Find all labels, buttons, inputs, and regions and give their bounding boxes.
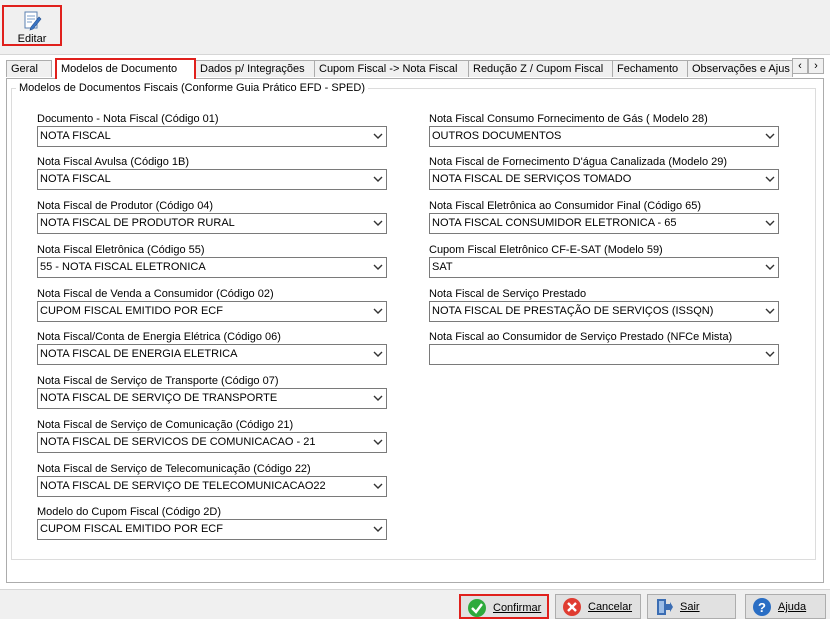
cancel-button[interactable]: Cancelar <box>555 594 641 619</box>
tab-scroll-left-icon[interactable]: ‹ <box>792 58 808 74</box>
chevron-down-icon <box>373 133 383 139</box>
field-label-nfce-mista: Nota Fiscal ao Consumidor de Serviço Pre… <box>429 331 733 343</box>
select-nfce-mista[interactable] <box>429 344 779 365</box>
help-circle-icon: ? <box>753 598 771 616</box>
edit-document-icon <box>24 11 42 31</box>
select-servico-telecomunicacao[interactable]: NOTA FISCAL DE SERVIÇO DE TELECOMUNICACA… <box>37 476 387 497</box>
cancel-label: Cancelar <box>588 601 633 613</box>
select-venda-consumidor[interactable]: CUPOM FISCAL EMITIDO POR ECF <box>37 301 387 322</box>
edit-button[interactable]: Editar <box>2 5 62 46</box>
tab-fechamento[interactable]: Fechamento <box>612 60 688 77</box>
field-label-nfce-65: Nota Fiscal Eletrônica ao Consumidor Fin… <box>429 200 702 212</box>
toolbar: Editar <box>0 0 830 55</box>
edit-label: Editar <box>17 33 47 45</box>
group-title: Modelos de Documentos Fiscais (Conforme … <box>16 82 369 94</box>
select-nota-fiscal-produtor[interactable]: NOTA FISCAL DE PRODUTOR RURAL <box>37 213 387 234</box>
chevron-down-icon <box>373 220 383 226</box>
select-value: 55 - NOTA FISCAL ELETRONICA <box>40 261 206 273</box>
select-nota-fiscal-eletronica[interactable]: 55 - NOTA FISCAL ELETRONICA <box>37 257 387 278</box>
exit-button[interactable]: Sair <box>647 594 736 619</box>
select-value: CUPOM FISCAL EMITIDO POR ECF <box>40 523 223 535</box>
select-cupom-fiscal-2d[interactable]: CUPOM FISCAL EMITIDO POR ECF <box>37 519 387 540</box>
field-label-gas-modelo-28: Nota Fiscal Consumo Fornecimento de Gás … <box>429 113 708 125</box>
check-circle-icon <box>468 599 486 617</box>
tab-panel: Modelos de Documentos Fiscais (Conforme … <box>6 78 824 583</box>
select-value: NOTA FISCAL DE SERVIÇO DE TELECOMUNICACA… <box>40 480 326 492</box>
field-label-servico-comunicacao: Nota Fiscal de Serviço de Comunicação (C… <box>37 419 294 431</box>
select-servico-prestado[interactable]: NOTA FISCAL DE PRESTAÇÃO DE SERVIÇOS (IS… <box>429 301 779 322</box>
field-label-nota-fiscal-eletronica: Nota Fiscal Eletrônica (Código 55) <box>37 244 205 256</box>
select-nfce-65[interactable]: NOTA FISCAL CONSUMIDOR ELETRONICA - 65 <box>429 213 779 234</box>
field-label-servico-prestado: Nota Fiscal de Serviço Prestado <box>429 288 587 300</box>
chevron-down-icon <box>765 264 775 270</box>
field-label-nota-fiscal-avulsa: Nota Fiscal Avulsa (Código 1B) <box>37 156 190 168</box>
select-value: NOTA FISCAL DE PRODUTOR RURAL <box>40 217 235 229</box>
select-value: SAT <box>432 261 453 273</box>
chevron-down-icon <box>373 351 383 357</box>
select-value: NOTA FISCAL DE SERVIÇO DE TRANSPORTE <box>40 392 278 404</box>
field-label-nota-fiscal-produtor: Nota Fiscal de Produtor (Código 04) <box>37 200 214 212</box>
select-energia-eletrica[interactable]: NOTA FISCAL DE ENERGIA ELETRICA <box>37 344 387 365</box>
tab-bar: Geral Modelos de Documento Dados p/ Inte… <box>6 58 824 79</box>
field-label-agua-modelo-29: Nota Fiscal de Fornecimento D'água Canal… <box>429 156 728 168</box>
select-cfe-sat-59[interactable]: SAT <box>429 257 779 278</box>
footer-bar: Confirmar Cancelar Sair ? Ajuda <box>0 589 830 619</box>
chevron-down-icon <box>765 176 775 182</box>
chevron-down-icon <box>373 308 383 314</box>
chevron-down-icon <box>373 483 383 489</box>
help-button[interactable]: ? Ajuda <box>745 594 826 619</box>
chevron-down-icon <box>373 176 383 182</box>
cancel-circle-icon <box>563 598 581 616</box>
help-label: Ajuda <box>778 601 807 613</box>
select-value: NOTA FISCAL DE PRESTAÇÃO DE SERVIÇOS (IS… <box>432 305 714 317</box>
field-label-energia-eletrica: Nota Fiscal/Conta de Energia Elétrica (C… <box>37 331 281 343</box>
select-value: NOTA FISCAL <box>40 130 111 142</box>
tab-geral[interactable]: Geral <box>6 60 52 77</box>
field-label-cfe-sat-59: Cupom Fiscal Eletrônico CF-E-SAT (Modelo… <box>429 244 663 256</box>
select-value: NOTA FISCAL CONSUMIDOR ELETRONICA - 65 <box>432 217 677 229</box>
chevron-down-icon <box>765 351 775 357</box>
confirm-button[interactable]: Confirmar <box>459 594 549 619</box>
tab-cupom-fiscal-nota-fiscal[interactable]: Cupom Fiscal -> Nota Fiscal <box>314 60 469 77</box>
select-agua-modelo-29[interactable]: NOTA FISCAL DE SERVIÇOS TOMADO <box>429 169 779 190</box>
tab-reducao-z-cupom-fiscal[interactable]: Redução Z / Cupom Fiscal <box>468 60 613 77</box>
chevron-down-icon <box>373 395 383 401</box>
tab-observacoes-e-ajustes[interactable]: Observações e Ajus <box>687 60 793 77</box>
chevron-down-icon <box>373 439 383 445</box>
select-value: CUPOM FISCAL EMITIDO POR ECF <box>40 305 223 317</box>
select-gas-modelo-28[interactable]: OUTROS DOCUMENTOS <box>429 126 779 147</box>
select-value: NOTA FISCAL DE SERVIÇOS TOMADO <box>432 173 632 185</box>
chevron-down-icon <box>373 526 383 532</box>
chevron-down-icon <box>765 308 775 314</box>
tab-modelos-de-documento[interactable]: Modelos de Documento <box>55 58 196 79</box>
field-label-venda-consumidor: Nota Fiscal de Venda a Consumidor (Códig… <box>37 288 274 300</box>
field-label-cupom-fiscal-2d: Modelo do Cupom Fiscal (Código 2D) <box>37 506 222 518</box>
confirm-label: Confirmar <box>493 602 542 614</box>
exit-label: Sair <box>680 601 700 613</box>
chevron-down-icon <box>373 264 383 270</box>
chevron-down-icon <box>765 133 775 139</box>
svg-text:?: ? <box>758 600 766 615</box>
select-value: NOTA FISCAL DE ENERGIA ELETRICA <box>40 348 238 360</box>
select-value: NOTA FISCAL <box>40 173 111 185</box>
document-models-group: Modelos de Documentos Fiscais (Conforme … <box>11 82 816 560</box>
tab-scroll-right-icon[interactable]: › <box>808 58 824 74</box>
select-nota-fiscal-avulsa[interactable]: NOTA FISCAL <box>37 169 387 190</box>
tab-dados-integracoes[interactable]: Dados p/ Integrações <box>195 60 315 77</box>
chevron-down-icon <box>765 220 775 226</box>
select-value: NOTA FISCAL DE SERVICOS DE COMUNICACAO -… <box>40 436 316 448</box>
field-label-servico-transporte: Nota Fiscal de Serviço de Transporte (Có… <box>37 375 279 387</box>
select-value: OUTROS DOCUMENTOS <box>432 130 562 142</box>
field-label-nota-fiscal-01: Documento - Nota Fiscal (Código 01) <box>37 113 219 125</box>
exit-door-icon <box>657 599 673 615</box>
select-servico-transporte[interactable]: NOTA FISCAL DE SERVIÇO DE TRANSPORTE <box>37 388 387 409</box>
field-label-servico-telecomunicacao: Nota Fiscal de Serviço de Telecomunicaçã… <box>37 463 311 475</box>
select-nota-fiscal-01[interactable]: NOTA FISCAL <box>37 126 387 147</box>
select-servico-comunicacao[interactable]: NOTA FISCAL DE SERVICOS DE COMUNICACAO -… <box>37 432 387 453</box>
